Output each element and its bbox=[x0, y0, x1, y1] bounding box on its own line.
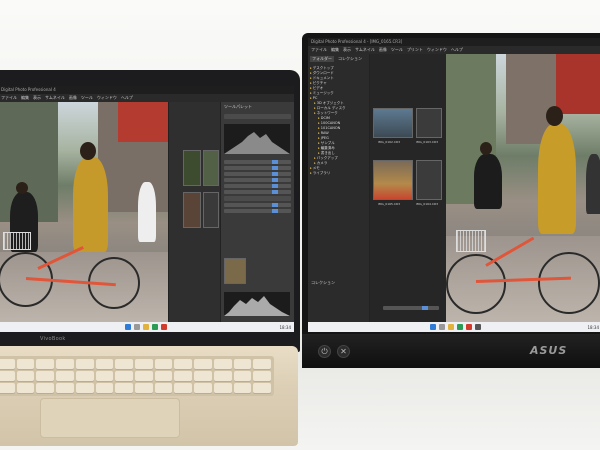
adjust-slider[interactable] bbox=[224, 190, 291, 194]
app-icon[interactable] bbox=[474, 324, 481, 330]
panel-title: ツールパレット bbox=[224, 104, 252, 109]
person-figure bbox=[538, 124, 576, 234]
bicycle-wheel bbox=[538, 252, 600, 314]
adjust-slider[interactable] bbox=[224, 209, 291, 213]
monitor-menu-item[interactable]: ウィンドウ bbox=[427, 46, 447, 54]
histogram-small bbox=[224, 292, 290, 316]
folder-panel: フォルダー コレクション デスクトップ ダウンロード ドキュメント ピクチャ ビ… bbox=[308, 54, 370, 322]
monitor-screen: Digital Photo Professional 4 - [IMG_0165… bbox=[308, 38, 600, 332]
adjust-slider[interactable] bbox=[224, 160, 291, 164]
search-icon[interactable] bbox=[438, 324, 445, 330]
histogram bbox=[224, 124, 290, 154]
browser-icon[interactable] bbox=[152, 324, 158, 330]
laptop-menu-item[interactable]: 表示 bbox=[33, 94, 41, 102]
monitor-brand-logo: ASUS bbox=[530, 344, 568, 357]
clock: 18:34 bbox=[587, 324, 599, 330]
thumbnail[interactable] bbox=[203, 192, 219, 228]
person-figure bbox=[73, 157, 108, 252]
monitor-taskbar: 18:34 bbox=[308, 322, 600, 332]
laptop-menu-item[interactable]: ヘルプ bbox=[121, 94, 133, 102]
folder-icon[interactable] bbox=[143, 324, 149, 330]
search-icon[interactable] bbox=[134, 324, 140, 330]
laptop-main-photo[interactable] bbox=[0, 102, 168, 322]
monitor-menu-item[interactable]: 画像 bbox=[379, 46, 387, 54]
thumbnail[interactable] bbox=[183, 150, 201, 186]
menu-button-icon[interactable]: ✕ bbox=[337, 345, 350, 358]
power-button-icon[interactable]: ⏻ bbox=[318, 345, 331, 358]
thumbnail[interactable] bbox=[203, 150, 219, 186]
app-icon[interactable] bbox=[161, 324, 167, 330]
thumbnail[interactable] bbox=[373, 108, 413, 138]
monitor-menu-item[interactable]: 表示 bbox=[343, 46, 351, 54]
monitor-main-photo[interactable] bbox=[446, 54, 600, 322]
adjust-slider[interactable] bbox=[224, 203, 291, 207]
laptop-menubar: ファイル 編集 表示 サムネイル 画像 ツール ウィンドウ ヘルプ bbox=[0, 94, 294, 102]
bicycle-wheel bbox=[446, 254, 506, 314]
browser-icon[interactable] bbox=[456, 324, 463, 330]
folder-tree-item[interactable]: ライブラリ bbox=[310, 171, 368, 176]
laptop-menu-item[interactable]: ウィンドウ bbox=[97, 94, 117, 102]
keyboard bbox=[0, 356, 274, 396]
bicycle-basket bbox=[3, 232, 31, 250]
laptop-taskbar: 18:34 bbox=[0, 322, 294, 332]
tab-folder[interactable]: フォルダー bbox=[310, 56, 334, 62]
adjust-slider[interactable] bbox=[224, 184, 291, 188]
folder-tree: デスクトップ ダウンロード ドキュメント ピクチャ ビデオ ミュージック PC … bbox=[308, 64, 370, 264]
touchpad bbox=[40, 398, 180, 438]
laptop-menu-item[interactable]: 編集 bbox=[21, 94, 29, 102]
photo-scene: Digital Photo Professional 4 ファイル 編集 表示 … bbox=[0, 0, 600, 450]
adjust-slider[interactable] bbox=[224, 178, 291, 182]
tab-collection[interactable]: コレクション bbox=[336, 56, 364, 62]
laptop-tool-palette: ツールパレット bbox=[220, 102, 294, 322]
monitor-menubar: ファイル 編集 表示 サムネイル 画像 ツール プリント ウィンドウ ヘルプ bbox=[308, 46, 600, 54]
thumbnail-filename: IMG_0164.CR3 bbox=[416, 202, 438, 206]
histogram-graph bbox=[224, 132, 290, 154]
monitor-menu-item[interactable]: サムネイル bbox=[355, 46, 375, 54]
thumbnail[interactable] bbox=[183, 192, 201, 228]
collection-label: コレクション bbox=[311, 280, 335, 285]
laptop-menu-item[interactable]: ファイル bbox=[1, 94, 17, 102]
thumbnail-grid: IMG_0162.CR3 IMG_0163.CR3 IMG_0165.CR3 I… bbox=[370, 54, 446, 322]
monitor-menu-item[interactable]: ツール bbox=[391, 46, 403, 54]
thumbnail-filename: IMG_0163.CR3 bbox=[416, 140, 438, 144]
thumbnail-filename: IMG_0165.CR3 bbox=[378, 202, 400, 206]
zoom-slider[interactable] bbox=[383, 306, 439, 310]
app-icon[interactable] bbox=[465, 324, 472, 330]
thumbnail[interactable] bbox=[373, 160, 413, 200]
laptop-menu-item[interactable]: ツール bbox=[81, 94, 93, 102]
navigator-thumb[interactable] bbox=[224, 258, 246, 284]
windows-start-icon[interactable] bbox=[429, 324, 436, 330]
thumbnail[interactable] bbox=[416, 160, 442, 200]
thumbnail-filename: IMG_0162.CR3 bbox=[378, 140, 400, 144]
laptop-brand: VivoBook bbox=[40, 336, 66, 342]
laptop-menu-item[interactable]: サムネイル bbox=[45, 94, 65, 102]
adjust-slider[interactable] bbox=[224, 172, 291, 176]
monitor-menu-item[interactable]: プリント bbox=[407, 46, 423, 54]
folder-icon[interactable] bbox=[447, 324, 454, 330]
windows-start-icon[interactable] bbox=[125, 324, 131, 330]
bicycle-basket bbox=[456, 230, 486, 252]
monitor-menu-item[interactable]: 編集 bbox=[331, 46, 339, 54]
thumbnail[interactable] bbox=[416, 108, 442, 138]
laptop-menu-item[interactable]: 画像 bbox=[69, 94, 77, 102]
monitor-titlebar: Digital Photo Professional 4 - [IMG_0165… bbox=[308, 38, 600, 46]
monitor-menu-item[interactable]: ヘルプ bbox=[451, 46, 463, 54]
adjust-slider[interactable] bbox=[224, 166, 291, 170]
clock: 18:34 bbox=[279, 324, 291, 330]
laptop-titlebar: Digital Photo Professional 4 bbox=[0, 86, 294, 94]
laptop-thumb-strip bbox=[168, 102, 220, 322]
monitor-menu-item[interactable]: ファイル bbox=[311, 46, 327, 54]
laptop-screen: Digital Photo Professional 4 ファイル 編集 表示 … bbox=[0, 86, 294, 332]
